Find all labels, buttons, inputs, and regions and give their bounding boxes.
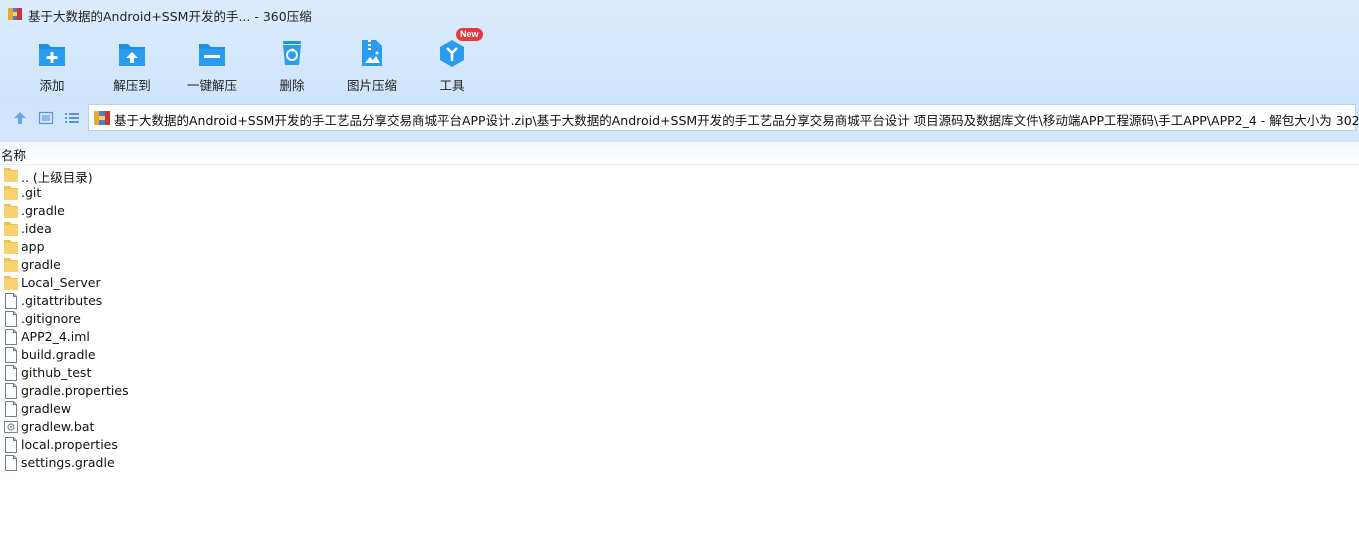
one-click-extract-icon	[199, 44, 225, 66]
list-item-name: .gitignore	[21, 311, 81, 326]
address-bar[interactable]: 基于大数据的Android+SSM开发的手工艺品分享交易商城平台APP设计.zi…	[88, 104, 1359, 131]
one-click-extract-button[interactable]: 一键解压	[182, 34, 242, 94]
list-item-name: build.gradle	[21, 347, 96, 362]
folder-icon	[4, 257, 18, 273]
list-item-name: github_test	[21, 365, 92, 380]
list-view-icon[interactable]	[64, 110, 80, 126]
list-item-name: gradlew	[21, 401, 72, 416]
bat-file-icon	[4, 419, 18, 435]
list-item[interactable]: .idea	[0, 220, 300, 238]
list-item-name: gradlew.bat	[21, 419, 95, 434]
list-item[interactable]: gradlew	[0, 400, 300, 418]
file-icon	[4, 437, 18, 453]
one-click-extract-label: 一键解压	[186, 78, 237, 93]
list-item-name: gradle.properties	[21, 383, 129, 398]
list-item-name: .gitattributes	[21, 293, 103, 308]
list-item-name: app	[21, 239, 45, 254]
image-compress-label: 图片压缩	[346, 78, 397, 93]
column-name-header[interactable]: 名称	[1, 145, 26, 164]
add-icon	[39, 44, 65, 66]
file-icon	[4, 329, 18, 345]
archive-file-icon	[94, 111, 110, 125]
tools-label: 工具	[439, 78, 465, 93]
app-window: 基于大数据的Android+SSM开发的手... - 360压缩 添加 解压到 …	[0, 0, 1359, 545]
list-item[interactable]: local.properties	[0, 436, 300, 454]
add-button[interactable]: 添加	[22, 34, 82, 94]
delete-button[interactable]: 删除	[262, 34, 322, 94]
file-icon	[4, 293, 18, 309]
list-item[interactable]: APP2_4.iml	[0, 328, 300, 346]
thumbnail-view-icon[interactable]	[38, 110, 54, 126]
folder-icon	[4, 221, 18, 237]
list-item-name: local.properties	[21, 437, 118, 452]
file-icon	[4, 401, 18, 417]
title-bar: 基于大数据的Android+SSM开发的手... - 360压缩	[0, 0, 1359, 28]
tools-icon	[440, 40, 464, 67]
address-path: 基于大数据的Android+SSM开发的手工艺品分享交易商城平台APP设计.zi…	[114, 113, 1359, 128]
extract-to-icon	[119, 44, 145, 66]
column-header: 名称	[0, 142, 1359, 165]
list-item[interactable]: gradle.properties	[0, 382, 300, 400]
folder-icon	[4, 185, 18, 201]
list-item-name: APP2_4.iml	[21, 329, 90, 344]
list-item[interactable]: build.gradle	[0, 346, 300, 364]
list-item[interactable]: github_test	[0, 364, 300, 382]
list-item[interactable]: gradlew.bat	[0, 418, 300, 436]
image-compress-button[interactable]: 图片压缩	[342, 34, 402, 94]
file-icon	[4, 365, 18, 381]
list-item[interactable]: .gitattributes	[0, 292, 300, 310]
list-item[interactable]: .gradle	[0, 202, 300, 220]
new-badge: New	[456, 28, 483, 41]
image-compress-icon	[362, 40, 382, 66]
list-item[interactable]: gradle	[0, 256, 300, 274]
list-item[interactable]: .gitignore	[0, 310, 300, 328]
add-label: 添加	[39, 78, 65, 93]
list-item-name: gradle	[21, 257, 61, 272]
list-item-name: .git	[21, 185, 42, 200]
file-icon	[4, 311, 18, 327]
extract-to-label: 解压到	[113, 78, 151, 93]
extract-to-button[interactable]: 解压到	[102, 34, 162, 94]
file-icon	[4, 455, 18, 471]
list-item[interactable]: settings.gradle	[0, 454, 300, 472]
delete-label: 删除	[279, 78, 305, 93]
list-item[interactable]: Local_Server	[0, 274, 300, 292]
folder-icon	[4, 167, 18, 183]
list-item-name: settings.gradle	[21, 455, 115, 470]
navigation-bar: 基于大数据的Android+SSM开发的手工艺品分享交易商城平台APP设计.zi…	[0, 104, 1359, 132]
top-panel: 基于大数据的Android+SSM开发的手... - 360压缩 添加 解压到 …	[0, 0, 1359, 142]
list-item-name: Local_Server	[21, 275, 101, 290]
list-item[interactable]: .. (上级目录)	[0, 166, 300, 185]
list-item-name: .gradle	[21, 203, 65, 218]
window-title: 基于大数据的Android+SSM开发的手... - 360压缩	[28, 9, 312, 24]
tools-button[interactable]: New 工具	[422, 28, 483, 94]
file-icon	[4, 383, 18, 399]
folder-icon	[4, 275, 18, 291]
folder-icon	[4, 203, 18, 219]
up-level-icon[interactable]	[12, 110, 28, 126]
list-item-name: .idea	[21, 221, 52, 236]
folder-icon	[4, 239, 18, 255]
file-icon	[4, 347, 18, 363]
recycle-bin-icon	[283, 41, 301, 65]
list-item[interactable]: app	[0, 238, 300, 256]
list-item[interactable]: .git	[0, 184, 300, 202]
main-toolbar: 添加 解压到 一键解压 删除 图片压缩 New 工具	[0, 28, 520, 96]
archive-app-icon	[8, 8, 22, 20]
